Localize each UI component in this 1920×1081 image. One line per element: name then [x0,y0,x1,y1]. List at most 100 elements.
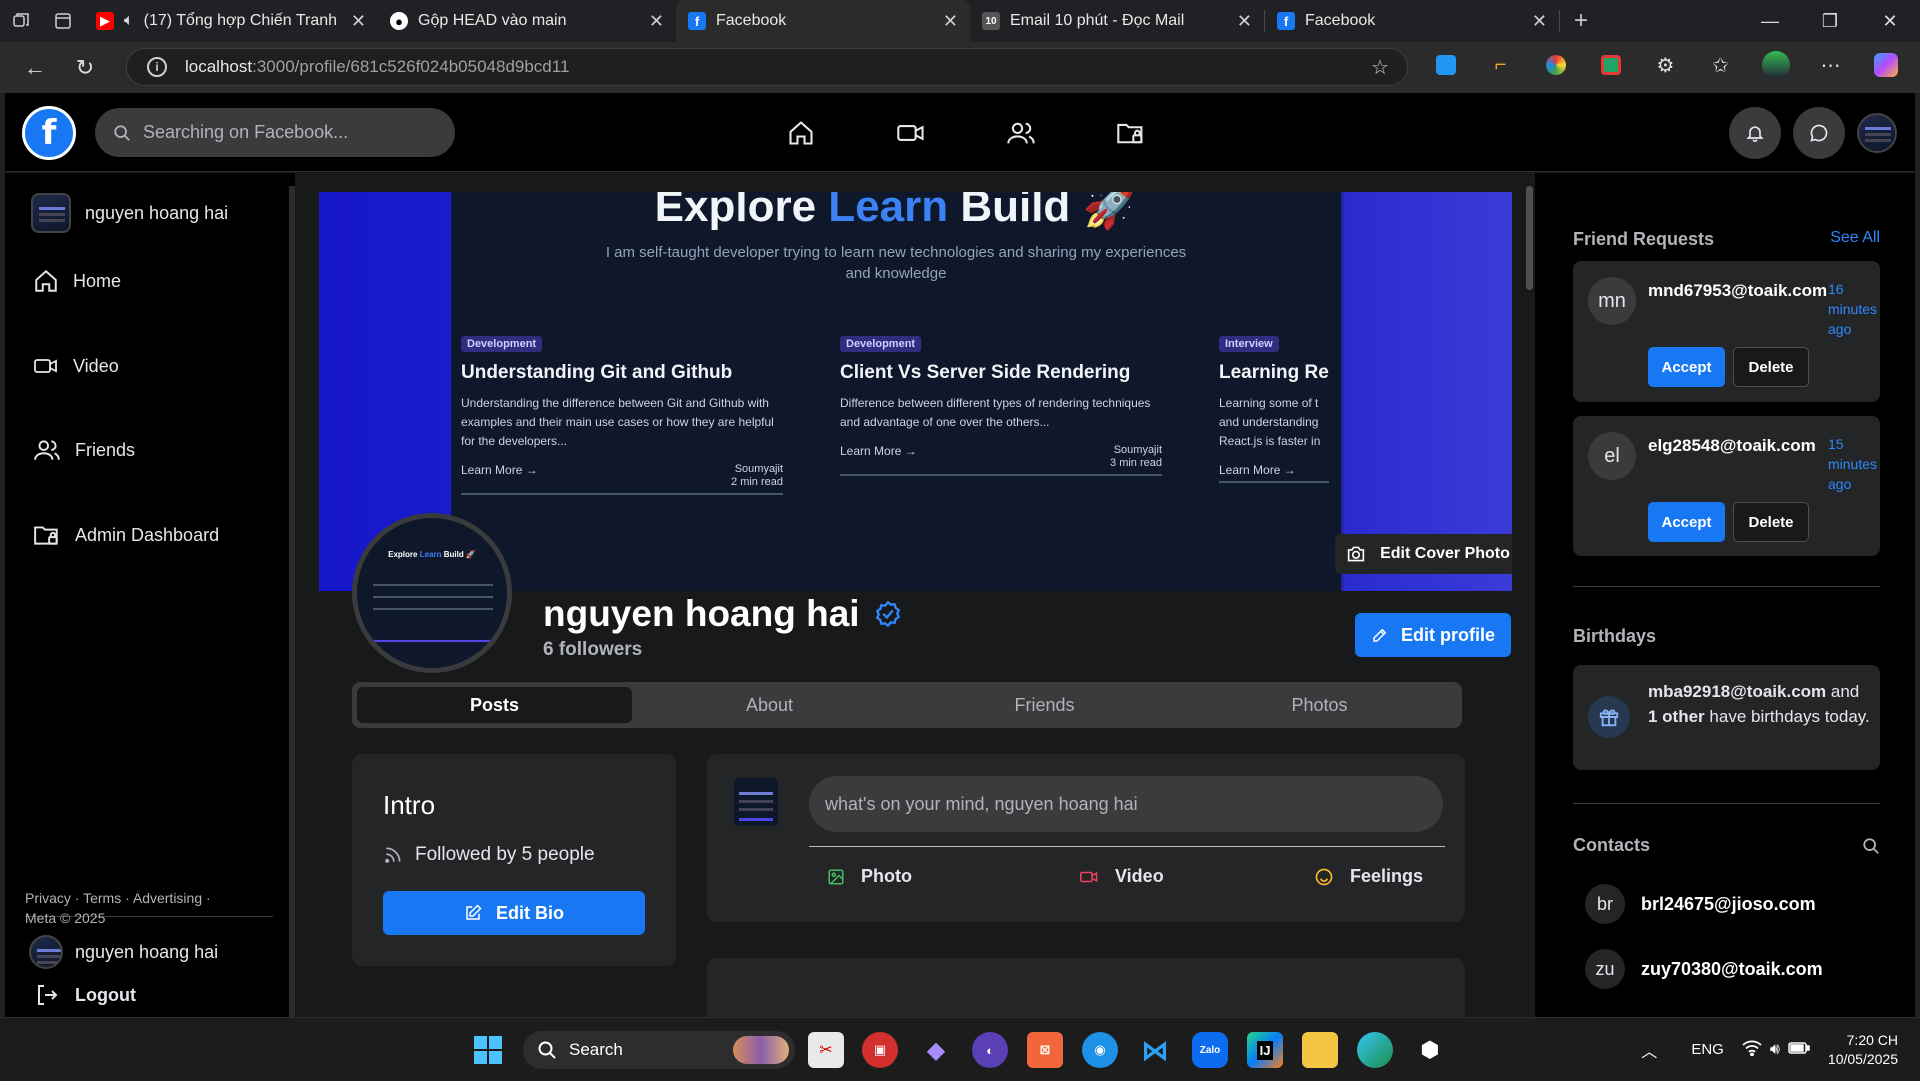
card-footer: Learn More → Soumyajit 3 min read [840,444,1162,476]
battery-icon[interactable] [1784,1041,1814,1059]
droplet-extension-icon[interactable] [1418,50,1473,80]
edit-profile-button[interactable]: Edit profile [1355,613,1511,657]
puzzle-extensions-icon[interactable]: ⚙︎ [1638,50,1693,80]
tab-actions-icon[interactable] [42,0,84,42]
messenger-button[interactable] [1793,107,1845,159]
search-contacts-icon[interactable] [1862,837,1880,860]
edit-bio-button[interactable]: Edit Bio [383,891,645,935]
clock[interactable]: 7:20 CH 10/05/2025 [1814,1031,1920,1069]
followers-count[interactable]: 6 followers [543,639,642,661]
url-field[interactable]: i localhost:3000/profile/681c526f024b050… [126,48,1408,86]
tab-about[interactable]: About [632,687,907,723]
search-highlight-image [733,1036,789,1064]
workspaces-icon[interactable] [0,0,42,42]
delete-button[interactable]: Delete [1733,347,1809,387]
browser-tab-youtube[interactable]: ▶ 🔈︎ (17) Tổng hợp Chiến Tranh Thế ✕ [84,0,378,42]
taskbar-search[interactable]: Search [523,1031,795,1069]
see-all-link[interactable]: See All [1830,229,1880,247]
minimize-icon[interactable]: — [1740,0,1800,42]
close-tab-icon[interactable]: ✕ [943,11,958,32]
scrollbar-thumb[interactable] [1526,186,1533,290]
browser-tab-facebook-active[interactable]: f Facebook ✕ [676,0,970,42]
close-tab-icon[interactable]: ✕ [351,11,366,32]
intellij-app-icon[interactable]: IJ [1247,1032,1283,1068]
composer-input[interactable]: what's on your mind, nguyen hoang hai [809,776,1443,832]
docker-app-icon[interactable]: ◉ [1082,1032,1118,1068]
favorites-icon[interactable]: ✩ [1693,50,1748,80]
request-email[interactable]: mnd67953@toaik.com [1648,281,1827,301]
tab-posts[interactable]: Posts [357,687,632,723]
tab-photos[interactable]: Photos [1182,687,1457,723]
video-button[interactable]: Video [1079,866,1164,887]
feelings-button[interactable]: Feelings [1314,866,1423,887]
vscode-app-icon[interactable]: ⋈ [1137,1032,1173,1068]
account-avatar[interactable] [1857,113,1897,153]
close-tab-icon[interactable]: ✕ [1532,11,1547,32]
cube-app-icon[interactable]: ⬢ [1412,1032,1448,1068]
sidebar-item-video[interactable]: Video [33,353,119,379]
more-menu-icon[interactable]: ⋯ [1803,50,1858,80]
main-scrollbar[interactable] [1525,186,1534,1017]
sidebar-bottom-profile[interactable]: nguyen hoang hai [29,935,218,969]
contact-item[interactable]: zu zuy70380@toaik.com [1585,949,1823,989]
sidebar-item-admin-dashboard[interactable]: Admin Dashboard [33,521,219,549]
notifications-button[interactable] [1729,107,1781,159]
back-icon[interactable]: ← [10,43,60,93]
hammer-extension-icon[interactable]: ⌐ [1473,50,1528,80]
video-nav-icon[interactable] [885,113,937,153]
speaker-icon[interactable]: 🔈︎ [124,12,134,30]
tab-friends[interactable]: Friends [907,687,1182,723]
footer-links[interactable]: Privacy · Terms · Advertising · Meta © 2… [25,888,225,928]
close-tab-icon[interactable]: ✕ [649,11,664,32]
request-email[interactable]: elg28548@toaik.com [1648,436,1816,456]
snipping-app-icon[interactable]: ✂ [808,1032,844,1068]
sidebar-profile-link[interactable]: nguyen hoang hai [31,193,228,233]
record-extension-icon[interactable] [1583,50,1638,80]
start-windows-icon[interactable] [470,1032,506,1068]
sidebar-item-home[interactable]: Home [33,268,121,294]
edit-cover-photo-button[interactable]: Edit Cover Photo [1335,534,1512,574]
new-tab-icon[interactable]: + [1560,0,1602,42]
friends-nav-icon[interactable] [995,113,1047,153]
logout-button[interactable]: Logout [35,983,136,1007]
xampp-app-icon[interactable]: ⊠ [1027,1032,1063,1068]
accept-button[interactable]: Accept [1648,347,1725,387]
profile-avatar-icon[interactable] [1748,50,1803,80]
photo-button[interactable]: Photo [827,866,912,887]
obsidian-app-icon[interactable]: ◆ [918,1032,954,1068]
zalo-app-icon[interactable]: Zalo [1192,1032,1228,1068]
browser-tab-facebook-2[interactable]: f Facebook ✕ [1265,0,1559,42]
delete-button[interactable]: Delete [1733,502,1809,542]
video-icon [34,359,57,373]
birthday-text: mba92918@toaik.com and 1 other have birt… [1648,682,1870,726]
favorite-star-icon[interactable]: ☆ [1371,55,1389,80]
edge-app-icon[interactable] [1357,1032,1393,1068]
home-nav-icon[interactable] [775,113,827,153]
admin-folder-nav-icon[interactable] [1105,113,1157,153]
contact-item[interactable]: br brl24675@jioso.com [1585,884,1816,924]
facebook-logo[interactable]: f [22,106,76,160]
moon-app-icon[interactable]: ◐ [972,1032,1008,1068]
search-input[interactable]: Searching on Facebook... [95,108,455,157]
close-tab-icon[interactable]: ✕ [1237,11,1252,32]
sidebar-item-friends[interactable]: Friends [33,437,135,463]
tab-title: Facebook [716,12,787,29]
close-window-icon[interactable]: ✕ [1860,0,1920,42]
chevron-up-icon[interactable]: ︿ [1621,1038,1677,1062]
accept-button[interactable]: Accept [1648,502,1725,542]
maximize-icon[interactable]: ❐ [1800,0,1860,42]
copilot-icon[interactable] [1858,50,1913,80]
cover-card: Development Client Vs Server Side Render… [840,334,1162,476]
browser-tab-email[interactable]: 10 Email 10 phút - Đọc Mail ✕ [970,0,1264,42]
wifi-icon[interactable] [1738,1040,1766,1060]
color-extension-icon[interactable] [1528,50,1583,80]
file-explorer-icon[interactable] [1302,1032,1338,1068]
browser-tab-github[interactable]: ● Gộp HEAD vào main ✕ [378,0,676,42]
language-indicator[interactable]: ENG [1677,1041,1738,1058]
reload-icon[interactable]: ↻ [60,43,110,93]
avatar-image-text: Explore Learn Build 🚀 [388,550,476,559]
site-info-icon[interactable]: i [147,57,167,77]
profile-avatar[interactable]: Explore Learn Build 🚀 [352,513,512,673]
mongodb-app-icon[interactable]: ▣ [862,1032,898,1068]
volume-icon[interactable]: 🔊︎ [1766,1041,1784,1059]
